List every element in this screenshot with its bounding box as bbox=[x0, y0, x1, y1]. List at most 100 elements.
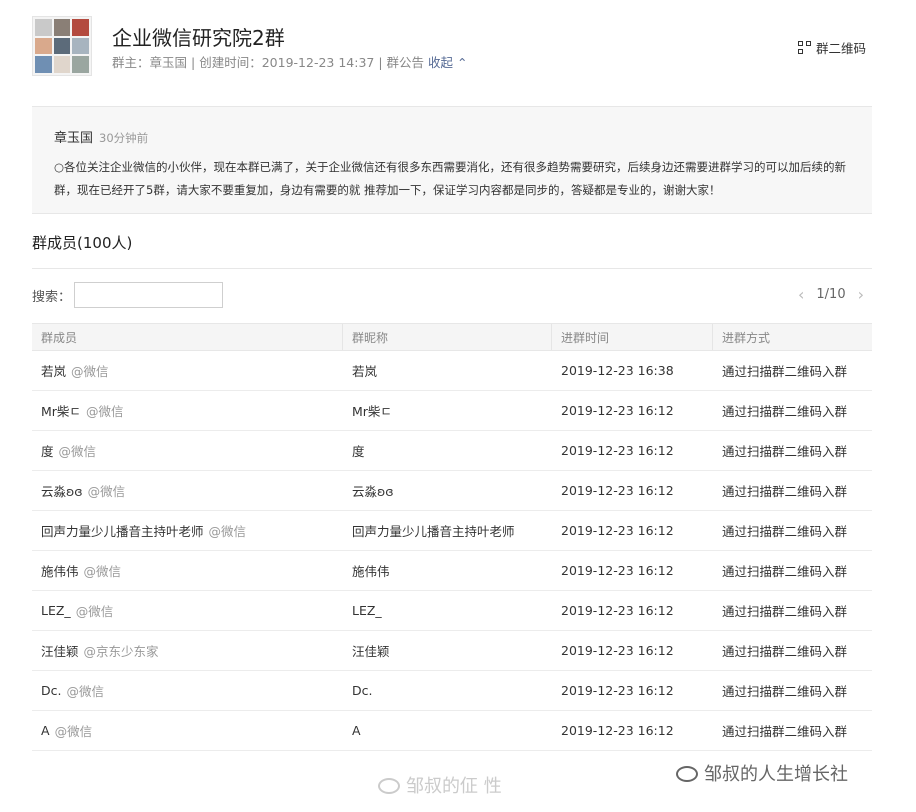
join-time-cell: 2019-12-23 16:12 bbox=[561, 523, 674, 538]
search-input[interactable] bbox=[74, 282, 223, 308]
column-header-join-time: 进群时间 bbox=[552, 324, 713, 350]
member-name[interactable]: A bbox=[41, 723, 50, 738]
join-time-cell: 2019-12-23 16:12 bbox=[561, 723, 674, 738]
table-header: 群成员 群昵称 进群时间 进群方式 bbox=[32, 323, 872, 351]
member-cell: Dc. @微信 bbox=[32, 671, 343, 710]
collapse-label: 收起 bbox=[428, 55, 454, 70]
member-source: @微信 bbox=[58, 444, 97, 459]
weibo-icon bbox=[378, 778, 400, 794]
weibo-watermark-text: 邹叔的佂 性 bbox=[406, 776, 502, 797]
notice-text: ○各位关注企业微信的小伙伴，现在本群已满了，关于企业微信还有很多东西需要消化，还… bbox=[54, 160, 847, 197]
member-source: @微信 bbox=[208, 524, 247, 539]
column-header-join-method: 进群方式 bbox=[722, 330, 771, 345]
table-row: 云淼ʚɞ @微信 云淼ʚɞ 2019-12-23 16:12 通过扫描群二维码入群 bbox=[32, 471, 872, 511]
group-header: 企业微信研究院2群 群主：章玉国 | 创建时间：2019-12-23 14:37… bbox=[32, 16, 872, 82]
member-name[interactable]: Dc. bbox=[41, 683, 61, 698]
join-method-cell: 通过扫描群二维码入群 bbox=[722, 404, 848, 419]
chevron-right-icon[interactable]: › bbox=[858, 285, 864, 304]
join-method-cell: 通过扫描群二维码入群 bbox=[722, 604, 848, 619]
join-time-cell: 2019-12-23 16:12 bbox=[561, 643, 674, 658]
collapse-notice-button[interactable]: 收起 ⌃ bbox=[428, 55, 467, 70]
divider bbox=[32, 213, 872, 214]
owner-label: 群主： bbox=[112, 55, 150, 70]
nickname-cell: LEZ_ bbox=[352, 603, 382, 618]
wechat-watermark: 邹叔的人生增长社 bbox=[676, 760, 848, 786]
nickname-cell: Dc. bbox=[352, 683, 373, 698]
member-source: @微信 bbox=[75, 604, 114, 619]
members-title: 群成员(100人) bbox=[32, 234, 133, 252]
join-method-cell: 通过扫描群二维码入群 bbox=[722, 484, 848, 499]
member-cell: Mr柴ㄷ @微信 bbox=[32, 391, 343, 430]
member-cell: 若岚 @微信 bbox=[32, 351, 343, 390]
nickname-cell: 汪佳颖 bbox=[352, 644, 390, 659]
notice-author: 章玉国 bbox=[54, 131, 94, 146]
member-name[interactable]: Mr柴ㄷ bbox=[41, 401, 81, 420]
member-name[interactable]: 施伟伟 bbox=[41, 561, 79, 580]
member-cell: 施伟伟 @微信 bbox=[32, 551, 343, 590]
nickname-cell: A bbox=[352, 723, 361, 738]
member-name[interactable]: 度 bbox=[41, 441, 54, 460]
member-cell: A @微信 bbox=[32, 711, 343, 750]
member-source: @京东少东家 bbox=[83, 644, 159, 659]
group-avatar[interactable] bbox=[32, 16, 92, 76]
join-time-cell: 2019-12-23 16:12 bbox=[561, 403, 674, 418]
table-row: 施伟伟 @微信 施伟伟 2019-12-23 16:12 通过扫描群二维码入群 bbox=[32, 551, 872, 591]
join-method-cell: 通过扫描群二维码入群 bbox=[722, 364, 848, 379]
group-title: 企业微信研究院2群 bbox=[112, 26, 285, 50]
meta-separator: | bbox=[191, 55, 200, 70]
join-method-cell: 通过扫描群二维码入群 bbox=[722, 724, 848, 739]
column-header-member: 群成员 bbox=[32, 324, 343, 350]
member-name[interactable]: 回声力量少儿播音主持叶老师 bbox=[41, 521, 204, 540]
table-row: A @微信 A 2019-12-23 16:12 通过扫描群二维码入群 bbox=[32, 711, 872, 751]
wechat-icon bbox=[676, 766, 698, 782]
join-method-cell: 通过扫描群二维码入群 bbox=[722, 644, 848, 659]
table-row: 回声力量少儿播音主持叶老师 @微信 回声力量少儿播音主持叶老师 2019-12-23 … bbox=[32, 511, 872, 551]
notice-header: 章玉国 30分钟前 bbox=[54, 127, 850, 146]
member-cell: 汪佳颖 @京东少东家 bbox=[32, 631, 343, 670]
chevron-left-icon[interactable]: ‹ bbox=[798, 285, 804, 304]
member-source: @微信 bbox=[85, 404, 124, 419]
table-row: 若岚 @微信 若岚 2019-12-23 16:38 通过扫描群二维码入群 bbox=[32, 351, 872, 391]
meta-separator: | bbox=[378, 55, 387, 70]
member-source: @微信 bbox=[87, 484, 126, 499]
table-row: LEZ_ @微信 LEZ_ 2019-12-23 16:12 通过扫描群二维码入群 bbox=[32, 591, 872, 631]
divider bbox=[32, 268, 872, 269]
join-time-cell: 2019-12-23 16:12 bbox=[561, 483, 674, 498]
join-time-cell: 2019-12-23 16:12 bbox=[561, 563, 674, 578]
qr-code-button[interactable]: 群二维码 bbox=[797, 38, 866, 57]
join-time-cell: 2019-12-23 16:12 bbox=[561, 603, 674, 618]
weibo-watermark: 邹叔的佂 性 bbox=[378, 772, 502, 798]
wechat-watermark-text: 邹叔的人生增长社 bbox=[704, 764, 848, 785]
nickname-cell: 云淼ʚɞ bbox=[352, 484, 394, 499]
nickname-cell: 施伟伟 bbox=[352, 564, 390, 579]
table-row: 度 @微信度 2019-12-23 16:12 通过扫描群二维码入群 bbox=[32, 431, 872, 471]
join-time-cell: 2019-12-23 16:38 bbox=[561, 363, 674, 378]
member-cell: 回声力量少儿播音主持叶老师 @微信 bbox=[32, 511, 343, 550]
group-notice: 章玉国 30分钟前 ○各位关注企业微信的小伙伴，现在本群已满了，关于企业微信还有很… bbox=[32, 107, 872, 213]
member-cell: 云淼ʚɞ @微信 bbox=[32, 471, 343, 510]
member-name[interactable]: 云淼ʚɞ bbox=[41, 481, 83, 500]
qr-code-label: 群二维码 bbox=[815, 41, 866, 56]
member-name[interactable]: 汪佳颖 bbox=[41, 641, 79, 660]
search-label: 搜索： bbox=[32, 290, 72, 305]
join-method-cell: 通过扫描群二维码入群 bbox=[722, 444, 848, 459]
member-source: @微信 bbox=[83, 564, 122, 579]
column-header-nickname: 群昵称 bbox=[343, 324, 552, 350]
member-cell: 度 @微信 bbox=[32, 431, 343, 470]
table-row: Dc. @微信 Dc. 2019-12-23 16:12 通过扫描群二维码入群 bbox=[32, 671, 872, 711]
join-method-cell: 通过扫描群二维码入群 bbox=[722, 684, 848, 699]
table-row: Mr柴ㄷ @微信 Mr柴ㄷ 2019-12-23 16:12 通过扫描群二维码入群 bbox=[32, 391, 872, 431]
table-row: 汪佳颖 @京东少东家 汪佳颖 2019-12-23 16:12 通过扫描群二维码入群 bbox=[32, 631, 872, 671]
owner-name: 章玉国 bbox=[149, 55, 188, 70]
pagination: ‹ 1/10 › bbox=[798, 285, 864, 304]
nickname-cell: 若岚 bbox=[352, 364, 378, 379]
page-indicator: 1/10 bbox=[816, 287, 846, 302]
nickname-cell: Mr柴ㄷ bbox=[352, 404, 392, 419]
created-time: 2019-12-23 14:37 bbox=[261, 55, 375, 70]
notice-label: 群公告 bbox=[386, 55, 425, 70]
member-name[interactable]: 若岚 bbox=[41, 361, 66, 380]
members-table: 群成员 群昵称 进群时间 进群方式 若岚 @微信 若岚 2019-12-23 16:3… bbox=[32, 323, 872, 751]
qr-code-icon bbox=[797, 41, 811, 54]
member-name[interactable]: LEZ_ bbox=[41, 603, 71, 618]
join-time-cell: 2019-12-23 16:12 bbox=[561, 683, 674, 698]
